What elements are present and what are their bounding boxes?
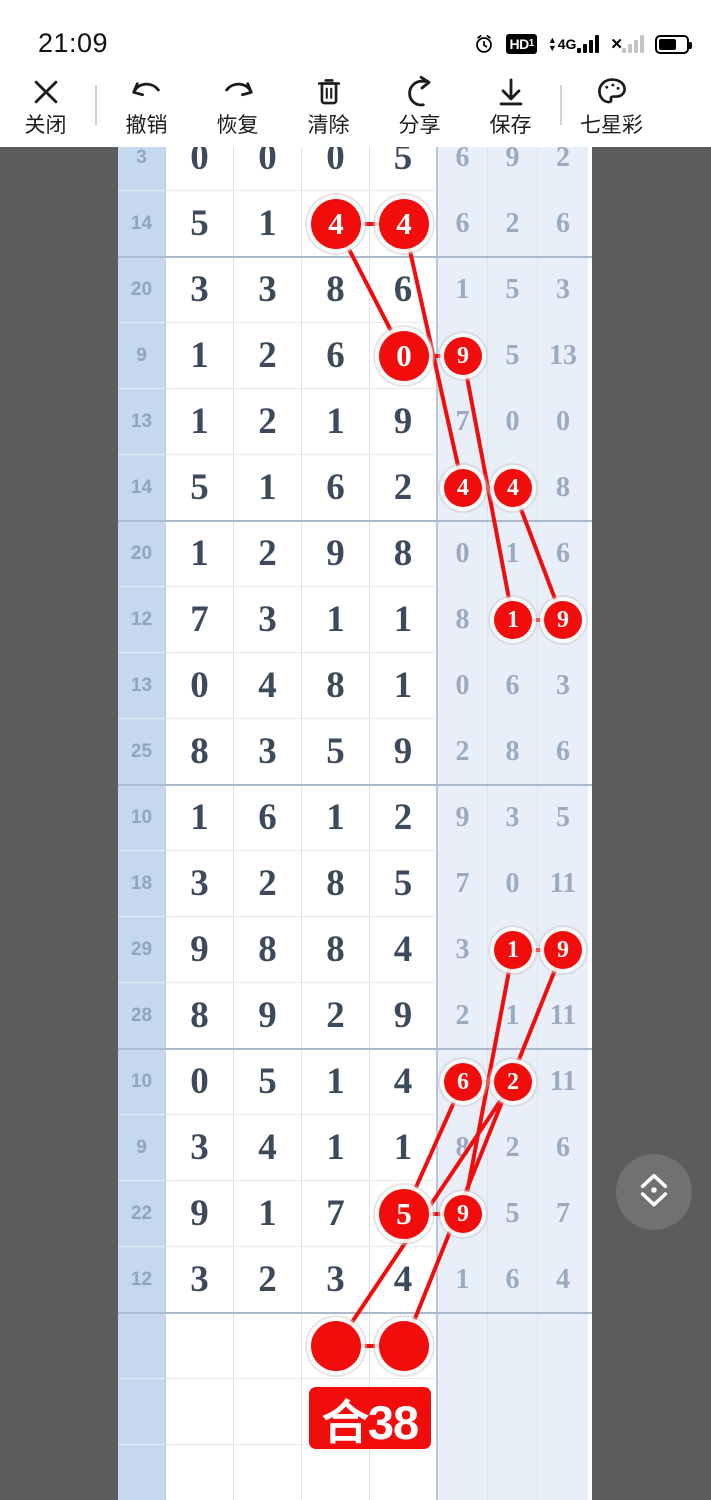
status-time: 21:09 (38, 28, 109, 58)
marker-number[interactable]: 9 (444, 1195, 482, 1233)
toolbar-divider-1 (95, 84, 97, 125)
marker-dot[interactable] (379, 1321, 429, 1371)
undo-arrow-icon (129, 73, 165, 111)
palette-icon (595, 73, 629, 111)
toolbar-label-lottery-type: 七星彩 (580, 114, 643, 137)
toolbar-button-share[interactable]: 分享 (374, 73, 465, 136)
marker-number[interactable]: 9 (544, 931, 582, 969)
toolbar-label-save: 保存 (489, 114, 532, 137)
toolbar-button-redo[interactable]: 恢复 (192, 73, 283, 136)
marker-number[interactable]: 4 (444, 469, 482, 507)
marker-number[interactable]: 9 (444, 337, 482, 375)
marker-number[interactable]: 4 (379, 199, 429, 249)
editor-toolbar: 关闭 撤销 恢复 清除 分享 保存 七星彩 (0, 62, 711, 147)
marker-connector-lines (345, 222, 559, 1348)
toolbar-label-share: 分享 (398, 114, 441, 137)
4g-signal-icon: ▲ ▼ 4G (548, 35, 600, 53)
marker-number[interactable]: 2 (494, 1063, 532, 1101)
toolbar-label-close: 关闭 (24, 114, 67, 137)
marker-number[interactable]: 0 (379, 331, 429, 381)
sim2-no-service-icon: ✕ (610, 35, 644, 53)
download-save-icon (494, 73, 528, 111)
sum-total-badge: 合38 (309, 1387, 431, 1449)
signal-bars-icon (577, 35, 600, 53)
status-icons: HD 1 ▲ ▼ 4G ✕ (473, 30, 692, 58)
alarm-clock-icon (473, 33, 495, 55)
share-arrow-icon (403, 73, 437, 111)
signal-bars-dim-icon (622, 35, 644, 53)
toolbar-divider-2 (560, 84, 562, 125)
hd1-badge-icon: HD 1 (505, 34, 537, 54)
toolbar-button-lottery-type[interactable]: 七星彩 (566, 73, 657, 136)
drawing-canvas[interactable]: 3000569214514462620338615391260951313121… (0, 147, 711, 1500)
marker-number[interactable]: 6 (444, 1063, 482, 1101)
battery-icon (655, 34, 692, 54)
scroll-up-down-icon (632, 1168, 676, 1217)
lottery-number-grid[interactable]: 3000569214514462620338615391260951313121… (118, 147, 592, 1500)
toolbar-button-undo[interactable]: 撤销 (101, 73, 192, 136)
hd-label: HD (509, 36, 530, 52)
toolbar-button-save[interactable]: 保存 (465, 73, 556, 136)
toolbar-label-redo: 恢复 (216, 114, 259, 137)
marker-number[interactable]: 9 (544, 601, 582, 639)
marker-number[interactable]: 4 (494, 469, 532, 507)
app-root: 21:09 HD 1 ▲ ▼ 4G ✕ 关闭 撤销 恢复 清除 分享 保存 七星… (0, 0, 711, 1500)
marker-number[interactable]: 4 (311, 199, 361, 249)
close-x-icon (29, 73, 63, 111)
toolbar-label-clear: 清除 (307, 114, 350, 137)
toolbar-button-close[interactable]: 关闭 (0, 73, 91, 136)
hd-sub: 1 (528, 38, 535, 49)
marker-number[interactable]: 1 (494, 931, 532, 969)
toolbar-label-undo: 撤销 (125, 114, 168, 137)
marker-number[interactable]: 5 (379, 1189, 429, 1239)
redo-arrow-icon (220, 73, 256, 111)
data-arrows-icon: ▲ ▼ (547, 35, 557, 53)
marker-dot[interactable] (311, 1321, 361, 1371)
status-bar: 21:09 HD 1 ▲ ▼ 4G ✕ (0, 0, 711, 62)
toolbar-button-clear[interactable]: 清除 (283, 73, 374, 136)
network-type-label: 4G (557, 36, 577, 52)
scroll-toggle-button[interactable] (616, 1154, 692, 1230)
marker-number[interactable]: 1 (494, 601, 532, 639)
trash-can-icon (313, 73, 345, 111)
